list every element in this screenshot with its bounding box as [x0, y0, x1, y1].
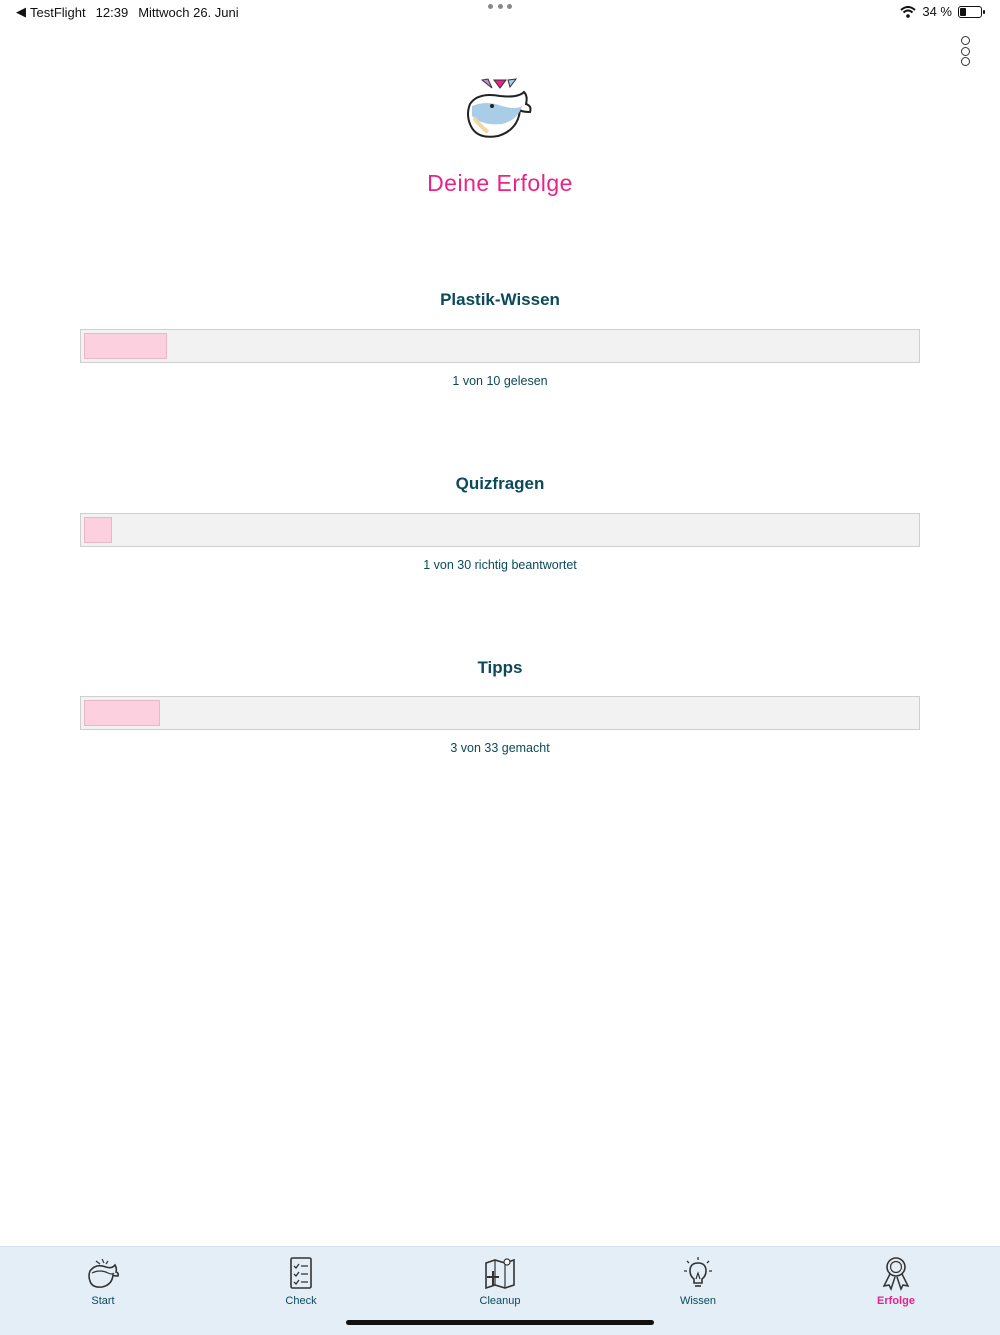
multitasking-dots-icon[interactable] — [488, 4, 512, 9]
tab-check[interactable]: Check — [246, 1255, 356, 1307]
status-date: Mittwoch 26. Juni — [138, 4, 239, 20]
tab-label: Erfolge — [877, 1295, 915, 1307]
battery-icon — [958, 5, 985, 18]
checklist-icon — [290, 1257, 312, 1289]
section-plastik-wissen: Plastik-Wissen 1 von 10 gelesen — [80, 290, 920, 388]
status-time: 12:39 — [95, 4, 129, 20]
section-tipps: Tipps 3 von 33 gemacht — [80, 658, 920, 755]
section-quizfragen: Quizfragen 1 von 30 richtig beantwortet — [80, 474, 920, 572]
more-vertical-icon[interactable] — [958, 36, 972, 66]
home-indicator[interactable] — [346, 1320, 654, 1325]
tab-label: Wissen — [679, 1295, 717, 1307]
tab-start[interactable]: Start — [48, 1255, 158, 1307]
status-bar: ◀ TestFlight 12:39 Mittwoch 26. Juni 34 … — [0, 0, 1000, 24]
progress-fill — [84, 517, 112, 543]
back-to-app-button[interactable]: ◀ TestFlight — [16, 4, 86, 20]
map-icon — [485, 1258, 515, 1290]
award-icon — [882, 1257, 910, 1291]
section-title: Plastik-Wissen — [440, 290, 560, 309]
progress-bar — [80, 513, 920, 547]
progress-fill — [84, 700, 160, 726]
whale-icon — [88, 1258, 120, 1288]
tab-label: Check — [285, 1295, 317, 1307]
progress-caption: 3 von 33 gemacht — [450, 741, 550, 755]
page-title: Deine Erfolge — [427, 170, 573, 196]
section-title: Tipps — [477, 658, 523, 677]
status-left: ◀ TestFlight 12:39 Mittwoch 26. Juni — [16, 4, 239, 20]
progress-bar — [80, 329, 920, 363]
progress-fill — [84, 333, 167, 359]
tab-label: Start — [91, 1295, 115, 1307]
tab-cleanup[interactable]: Cleanup — [445, 1255, 555, 1307]
tab-wissen[interactable]: Wissen — [643, 1255, 753, 1307]
back-app-label: TestFlight — [30, 4, 86, 20]
whale-logo-icon — [467, 78, 532, 138]
battery-percent: 34 % — [922, 4, 952, 19]
progress-bar — [80, 696, 920, 730]
lightbulb-icon — [684, 1257, 712, 1287]
section-title: Quizfragen — [455, 474, 545, 493]
tab-label: Cleanup — [479, 1295, 521, 1307]
progress-caption: 1 von 30 richtig beantwortet — [423, 558, 577, 572]
wifi-icon — [900, 5, 917, 18]
back-arrow-icon: ◀ — [16, 4, 26, 19]
progress-caption: 1 von 10 gelesen — [452, 374, 548, 388]
status-right: 34 % — [900, 4, 985, 19]
tab-erfolge[interactable]: Erfolge — [841, 1255, 951, 1307]
